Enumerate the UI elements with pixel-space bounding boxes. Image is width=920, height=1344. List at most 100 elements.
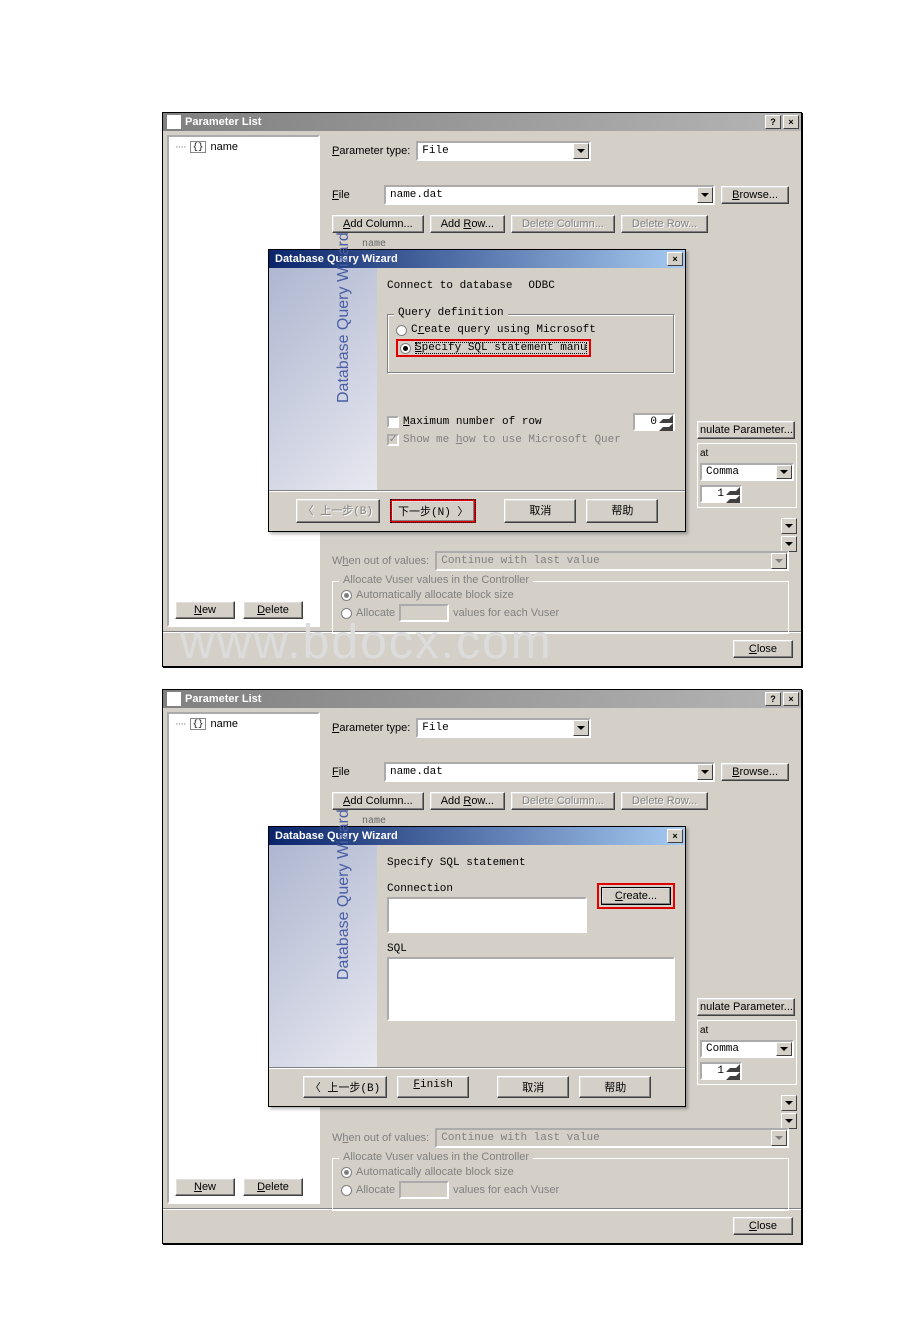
tree-item-label: name bbox=[210, 718, 238, 730]
param-type-value: File bbox=[422, 722, 448, 734]
max-rows-spinner[interactable] bbox=[633, 413, 675, 431]
close-icon[interactable]: × bbox=[667, 829, 683, 843]
chevron-down-icon[interactable] bbox=[697, 187, 713, 203]
create-button[interactable]: Create... bbox=[601, 887, 671, 905]
titlebar[interactable]: Parameter List ? × bbox=[163, 113, 801, 131]
param-type-label: Parameter type: bbox=[332, 722, 410, 734]
delete-button[interactable]: Delete bbox=[243, 1178, 303, 1196]
alloc-value bbox=[399, 604, 449, 622]
delete-row-button: Delete Row... bbox=[621, 792, 708, 810]
app-icon bbox=[167, 692, 181, 706]
allocate-group: Allocate Vuser values in the Controller … bbox=[332, 581, 789, 634]
checkbox-show-me: ✓ bbox=[387, 434, 399, 446]
close-button[interactable]: × bbox=[783, 115, 799, 129]
alloc-auto-label: Automatically allocate block size bbox=[356, 1166, 514, 1178]
scroll-down-icon[interactable] bbox=[781, 518, 797, 534]
when-out-label: When out of values: bbox=[332, 555, 429, 567]
connect-value: ODBC bbox=[528, 280, 554, 292]
next-button[interactable]: 下一步(N) 〉 bbox=[390, 499, 476, 523]
tree-item-name[interactable]: ···· {} name bbox=[171, 716, 316, 732]
wizard-titlebar[interactable]: Database Query Wizard × bbox=[269, 827, 685, 845]
title-text: Parameter List bbox=[185, 116, 765, 128]
spin-up[interactable] bbox=[726, 487, 740, 495]
new-button[interactable]: New bbox=[175, 1178, 235, 1196]
close-button[interactable]: × bbox=[783, 692, 799, 706]
alloc-suffix: values for each Vuser bbox=[453, 607, 559, 619]
separator-combo[interactable]: Comma bbox=[700, 463, 794, 481]
param-type-label: Parameter type: bbox=[332, 145, 410, 157]
spin-down[interactable] bbox=[726, 495, 740, 503]
chevron-down-icon[interactable] bbox=[573, 720, 589, 736]
chevron-down-icon[interactable] bbox=[573, 143, 589, 159]
help-button[interactable]: 帮助 bbox=[579, 1076, 651, 1098]
spinner-value[interactable] bbox=[702, 1064, 726, 1078]
new-button[interactable]: NNewew bbox=[175, 601, 235, 619]
help-button[interactable]: ? bbox=[765, 692, 781, 706]
sql-label: SQL bbox=[387, 943, 675, 955]
connection-field[interactable] bbox=[387, 897, 587, 933]
browse-button[interactable]: Browse... bbox=[721, 186, 789, 204]
add-row-button[interactable]: Add Row... bbox=[430, 215, 505, 233]
close-icon[interactable]: × bbox=[667, 252, 683, 266]
frag-at-label: at bbox=[700, 448, 708, 459]
back-button: 〈 上一步(B) bbox=[296, 499, 380, 523]
tree-item-name[interactable]: ···· {} name bbox=[171, 139, 316, 155]
param-type-combo[interactable]: File bbox=[416, 141, 591, 161]
radio-manual bbox=[341, 1185, 352, 1196]
alloc-manual-label: Allocate bbox=[356, 1184, 395, 1196]
wizard-title: Database Query Wizard bbox=[275, 253, 667, 265]
when-out-combo: Continue with last value bbox=[435, 551, 789, 571]
chevron-down-icon[interactable] bbox=[776, 465, 792, 479]
opt-manual-highlight: Specify SQL statement manu bbox=[396, 339, 591, 357]
help-button[interactable]: ? bbox=[765, 115, 781, 129]
close-window-button[interactable]: Close bbox=[733, 640, 793, 658]
file-combo[interactable]: name.dat bbox=[384, 185, 715, 205]
column-spinner[interactable] bbox=[700, 1062, 742, 1080]
radio-specify-sql[interactable] bbox=[400, 343, 411, 354]
file-combo[interactable]: name.dat bbox=[384, 762, 715, 782]
tree-glyph-icon: {} bbox=[190, 141, 207, 153]
when-out-label: When out of values: bbox=[332, 1132, 429, 1144]
spinner-value[interactable] bbox=[702, 487, 726, 501]
wizard-titlebar[interactable]: Database Query Wizard × bbox=[269, 250, 685, 268]
close-window-button[interactable]: Close bbox=[733, 1217, 793, 1235]
spin-up[interactable] bbox=[659, 415, 673, 423]
delete-button[interactable]: Delete bbox=[243, 601, 303, 619]
spin-up[interactable] bbox=[726, 1064, 740, 1072]
back-button[interactable]: 〈 上一步(B) bbox=[303, 1076, 387, 1098]
simulate-param-button[interactable]: nulate Parameter... bbox=[697, 998, 795, 1016]
add-row-button[interactable]: Add Row... bbox=[430, 792, 505, 810]
parameter-list-window-2: Parameter List ? × ···· {} name New Dele… bbox=[162, 689, 802, 1244]
simulate-param-button[interactable]: nulate Parameter... bbox=[697, 421, 795, 439]
scroll-down-icon[interactable] bbox=[781, 1113, 797, 1129]
radio-create-ms[interactable] bbox=[396, 325, 407, 336]
scroll-down-icon[interactable] bbox=[781, 536, 797, 552]
max-rows-value[interactable] bbox=[635, 415, 659, 429]
cancel-button[interactable]: 取消 bbox=[497, 1076, 569, 1098]
add-column-button[interactable]: Add Column... bbox=[332, 215, 424, 233]
help-button[interactable]: 帮助 bbox=[586, 499, 658, 523]
file-label: File bbox=[332, 766, 378, 778]
finish-button[interactable]: Finish bbox=[397, 1076, 469, 1098]
browse-button[interactable]: Browse... bbox=[721, 763, 789, 781]
scroll-down-icon[interactable] bbox=[781, 1095, 797, 1111]
database-query-wizard-2: Database Query Wizard × Database Query W… bbox=[268, 826, 686, 1107]
file-value: name.dat bbox=[390, 766, 443, 778]
checkbox-max-rows[interactable] bbox=[387, 416, 399, 428]
titlebar[interactable]: Parameter List ? × bbox=[163, 690, 801, 708]
create-highlight: Create... bbox=[597, 883, 675, 909]
separator-combo[interactable]: Comma bbox=[700, 1040, 794, 1058]
sql-field[interactable] bbox=[387, 957, 675, 1021]
wizard-banner-text: Database Query Wizard bbox=[335, 809, 353, 980]
cancel-button[interactable]: 取消 bbox=[504, 499, 576, 523]
column-spinner[interactable] bbox=[700, 485, 742, 503]
chevron-down-icon[interactable] bbox=[697, 764, 713, 780]
wizard-banner: Database Query Wizard bbox=[269, 268, 377, 490]
spin-down[interactable] bbox=[659, 423, 673, 431]
allocate-legend: Allocate Vuser values in the Controller bbox=[339, 574, 533, 586]
param-type-combo[interactable]: File bbox=[416, 718, 591, 738]
add-column-button[interactable]: Add Column... bbox=[332, 792, 424, 810]
spin-down[interactable] bbox=[726, 1072, 740, 1080]
alloc-value bbox=[399, 1181, 449, 1199]
chevron-down-icon[interactable] bbox=[776, 1042, 792, 1056]
